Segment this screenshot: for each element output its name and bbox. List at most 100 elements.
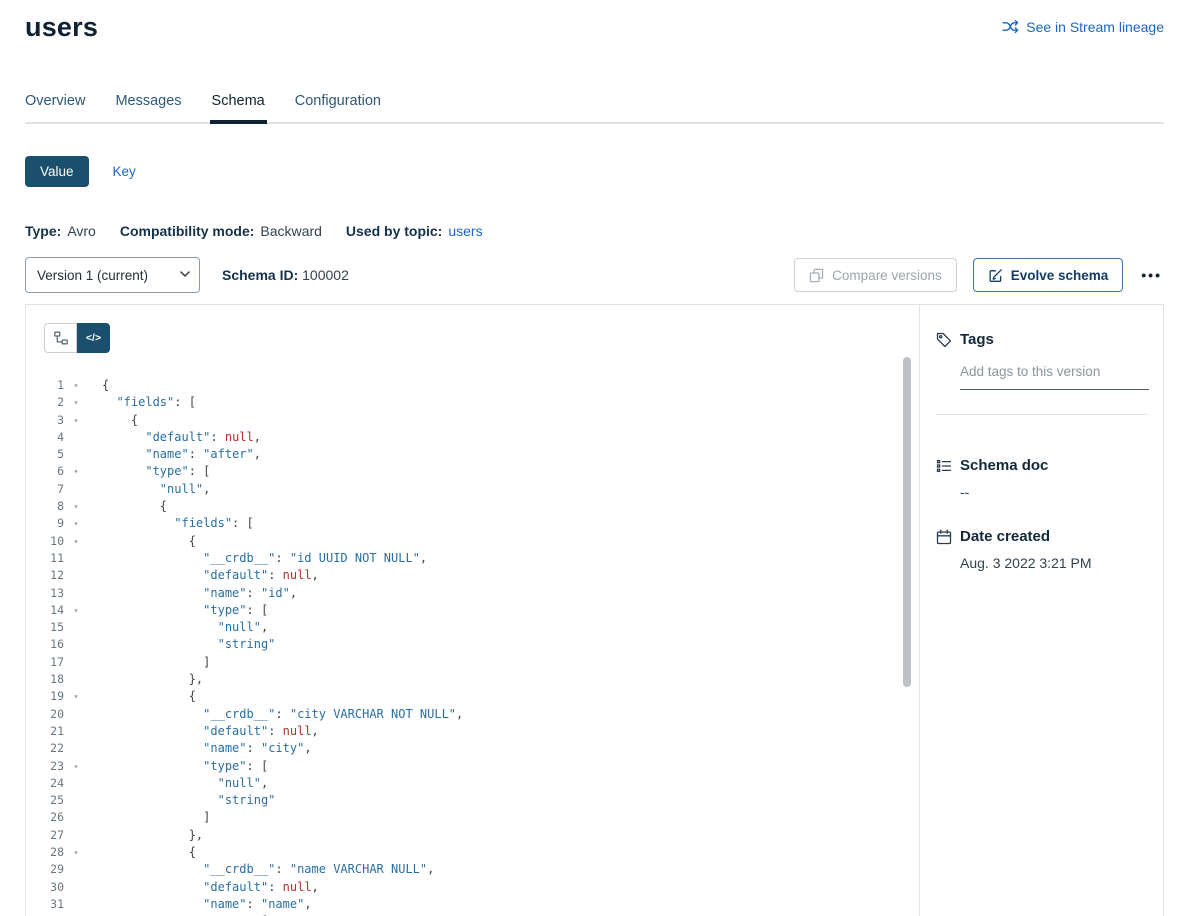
code-line: 26 ] bbox=[26, 809, 919, 826]
line-number: 15 bbox=[26, 619, 64, 636]
code-text: "name": "name", bbox=[84, 896, 312, 913]
line-number: 28 bbox=[26, 844, 64, 861]
topic-link[interactable]: users bbox=[448, 223, 482, 239]
code-line: 27 }, bbox=[26, 827, 919, 844]
code-text: "fields": [ bbox=[84, 394, 196, 411]
code-text: "type": [ bbox=[84, 758, 268, 775]
schema-panel: </> 1▾{2▾ "fields": [3▾ {4 "default": nu… bbox=[25, 304, 1164, 916]
line-number: 30 bbox=[26, 879, 64, 896]
key-toggle-button[interactable]: Key bbox=[113, 164, 136, 179]
schema-toolbar: Version 1 (current) Schema ID: 100002 Co… bbox=[25, 257, 1164, 293]
code-text: "__crdb__": "name VARCHAR NULL", bbox=[84, 861, 434, 878]
fold-arrow-icon[interactable]: ▾ bbox=[68, 498, 84, 515]
version-select[interactable]: Version 1 (current) bbox=[25, 257, 200, 293]
date-created-heading: Date created bbox=[936, 528, 1149, 545]
code-line: 30 "default": null, bbox=[26, 879, 919, 896]
code-text: "type": [ bbox=[84, 602, 268, 619]
line-number: 16 bbox=[26, 636, 64, 653]
date-created-value: Aug. 3 2022 3:21 PM bbox=[960, 555, 1149, 571]
code-text: "fields": [ bbox=[84, 515, 254, 532]
code-text: ] bbox=[84, 809, 210, 826]
code-text: "string" bbox=[84, 792, 275, 809]
fold-arrow-icon[interactable]: ▾ bbox=[68, 515, 84, 532]
code-text: "name": "city", bbox=[84, 740, 312, 757]
value-key-toggle: Value Key bbox=[25, 156, 1164, 187]
code-line: 2▾ "fields": [ bbox=[26, 394, 919, 411]
schema-code-area: </> 1▾{2▾ "fields": [3▾ {4 "default": nu… bbox=[26, 305, 919, 916]
fold-arrow-icon[interactable]: ▾ bbox=[68, 758, 84, 775]
line-number: 18 bbox=[26, 671, 64, 688]
tree-view-icon bbox=[53, 330, 69, 346]
schema-doc-section: Schema doc -- bbox=[936, 457, 1149, 500]
schema-id-value: 100002 bbox=[302, 267, 349, 283]
evolve-schema-icon bbox=[988, 268, 1003, 283]
tags-input[interactable] bbox=[960, 360, 1149, 390]
code-line: 8▾ { bbox=[26, 498, 919, 515]
more-options-button[interactable]: ••• bbox=[1141, 258, 1162, 292]
code-text: "null", bbox=[84, 619, 268, 636]
code-line: 31 "name": "name", bbox=[26, 896, 919, 913]
tags-section: Tags bbox=[936, 331, 1149, 415]
fold-arrow-icon[interactable]: ▾ bbox=[68, 533, 84, 550]
code-text: "default": null, bbox=[84, 567, 319, 584]
code-text: { bbox=[84, 377, 109, 394]
used-by-topic-label: Used by topic: bbox=[346, 223, 442, 239]
sidebar-divider bbox=[936, 414, 1149, 415]
tab-messages[interactable]: Messages bbox=[115, 93, 181, 122]
code-line: 29 "__crdb__": "name VARCHAR NULL", bbox=[26, 861, 919, 878]
value-toggle-button[interactable]: Value bbox=[25, 156, 89, 187]
fold-arrow-icon[interactable]: ▾ bbox=[68, 602, 84, 619]
stream-lineage-link[interactable]: See in Stream lineage bbox=[1002, 18, 1164, 35]
line-number: 14 bbox=[26, 602, 64, 619]
fold-arrow-icon[interactable]: ▾ bbox=[68, 377, 84, 394]
fold-arrow-icon[interactable]: ▾ bbox=[68, 394, 84, 411]
line-number: 17 bbox=[26, 654, 64, 671]
line-number: 26 bbox=[26, 809, 64, 826]
tab-configuration[interactable]: Configuration bbox=[295, 93, 381, 122]
line-number: 12 bbox=[26, 567, 64, 584]
tab-schema[interactable]: Schema bbox=[212, 93, 265, 122]
code-text: "null", bbox=[84, 775, 268, 792]
line-number: 7 bbox=[26, 481, 64, 498]
fold-arrow-icon[interactable]: ▾ bbox=[68, 412, 84, 429]
code-text: "string" bbox=[84, 636, 275, 653]
code-view-button[interactable]: </> bbox=[77, 323, 110, 353]
fold-arrow-icon bbox=[68, 481, 84, 498]
code-line: 21 "default": null, bbox=[26, 723, 919, 740]
code-text: "__crdb__": "city VARCHAR NOT NULL", bbox=[84, 706, 463, 723]
tree-view-button[interactable] bbox=[44, 323, 77, 353]
date-created-title: Date created bbox=[960, 528, 1050, 545]
tab-overview[interactable]: Overview bbox=[25, 93, 85, 122]
code-text: }, bbox=[84, 671, 203, 688]
fold-arrow-icon bbox=[68, 775, 84, 792]
code-lines: 1▾{2▾ "fields": [3▾ {4 "default": null,5… bbox=[26, 377, 919, 916]
fold-arrow-icon bbox=[68, 809, 84, 826]
line-number: 23 bbox=[26, 758, 64, 775]
schema-doc-title: Schema doc bbox=[960, 457, 1048, 474]
code-view-icon: </> bbox=[86, 332, 101, 344]
schema-id: Schema ID: 100002 bbox=[222, 267, 349, 283]
code-line: 4 "default": null, bbox=[26, 429, 919, 446]
stream-lineage-icon bbox=[1002, 18, 1019, 35]
line-number: 2 bbox=[26, 394, 64, 411]
line-number: 21 bbox=[26, 723, 64, 740]
fold-arrow-icon[interactable]: ▾ bbox=[68, 463, 84, 480]
fold-arrow-icon bbox=[68, 792, 84, 809]
compare-versions-button[interactable]: Compare versions bbox=[794, 258, 957, 292]
evolve-schema-button[interactable]: Evolve schema bbox=[973, 258, 1124, 292]
date-created-section: Date created Aug. 3 2022 3:21 PM bbox=[936, 528, 1149, 571]
code-line: 9▾ "fields": [ bbox=[26, 515, 919, 532]
list-icon bbox=[936, 458, 952, 474]
code-line: 10▾ { bbox=[26, 533, 919, 550]
line-number: 1 bbox=[26, 377, 64, 394]
code-text: { bbox=[84, 498, 167, 515]
fold-arrow-icon[interactable]: ▾ bbox=[68, 844, 84, 861]
scrollbar[interactable] bbox=[903, 357, 911, 687]
code-line: 3▾ { bbox=[26, 412, 919, 429]
code-text: "null", bbox=[84, 481, 210, 498]
fold-arrow-icon[interactable]: ▾ bbox=[68, 688, 84, 705]
code-line: 19▾ { bbox=[26, 688, 919, 705]
schema-meta-row: Type: Avro Compatibility mode: Backward … bbox=[25, 223, 1164, 239]
code-text: { bbox=[84, 533, 196, 550]
code-line: 18 }, bbox=[26, 671, 919, 688]
